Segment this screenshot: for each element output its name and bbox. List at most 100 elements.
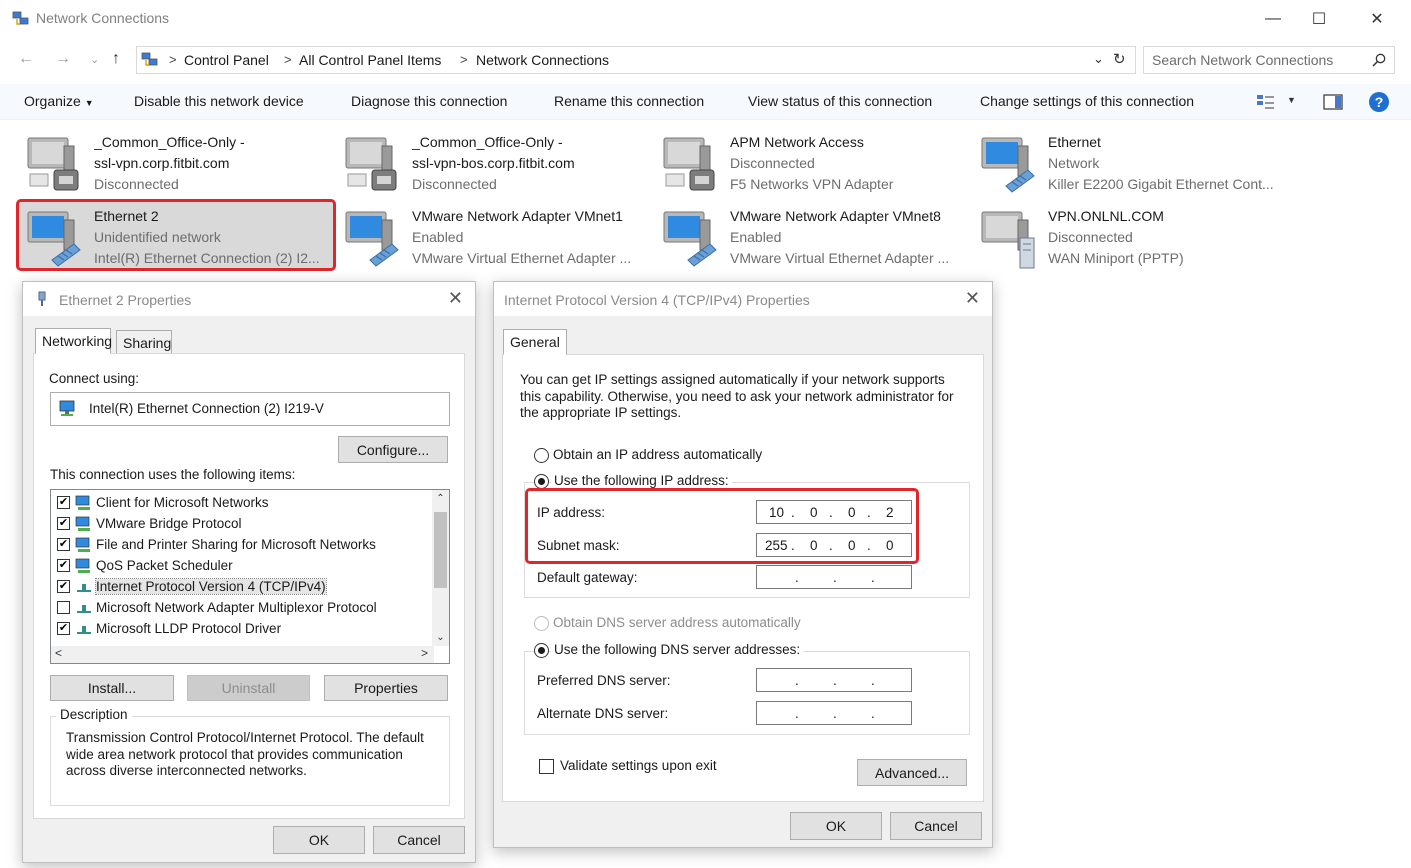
list-item[interactable]: ✔ Internet Protocol Version 4 (TCP/IPv4) <box>57 576 327 597</box>
preferred-dns-input[interactable]: . . . <box>756 668 912 692</box>
adapter-ethernet[interactable]: Ethernet Network Killer E2200 Gigabit Et… <box>974 132 1288 200</box>
item-checkbox[interactable]: ✔ <box>57 622 70 635</box>
ok-button[interactable]: OK <box>273 826 365 854</box>
list-item[interactable]: ✔ QoS Packet Scheduler <box>57 555 233 576</box>
refresh-icon[interactable]: ↻ <box>1113 50 1126 68</box>
diagnose-button[interactable]: Diagnose this connection <box>351 93 507 109</box>
organize-menu[interactable]: Organize ▼ <box>24 93 94 109</box>
advanced-button[interactable]: Advanced... <box>857 759 967 786</box>
help-icon[interactable]: ? <box>1368 91 1390 113</box>
horizontal-scrollbar[interactable]: < > <box>51 646 434 663</box>
dot: . <box>795 673 799 688</box>
close-button[interactable]: ✕ <box>1354 0 1400 38</box>
qos-icon <box>75 558 90 573</box>
ok-button[interactable]: OK <box>790 812 882 840</box>
scroll-right-icon[interactable]: > <box>421 646 428 660</box>
search-icon[interactable] <box>1372 53 1386 67</box>
adapter-apm-network-access[interactable]: APM Network Access Disconnected F5 Netwo… <box>656 132 970 200</box>
view-options-icon[interactable] <box>1256 94 1276 110</box>
item-checkbox[interactable]: ✔ <box>57 538 70 551</box>
search-box[interactable] <box>1143 46 1395 74</box>
protocol-icon <box>77 625 91 634</box>
item-checkbox[interactable]: ✔ <box>57 517 70 530</box>
rename-button[interactable]: Rename this connection <box>554 93 704 109</box>
adapter-device: WAN Miniport (PPTP) <box>1048 250 1184 266</box>
default-gateway-input[interactable]: . . . <box>756 565 912 589</box>
back-icon[interactable]: ← <box>18 50 34 68</box>
list-item[interactable]: ✔ VMware Bridge Protocol <box>57 513 242 534</box>
ipv4-properties-dialog: Internet Protocol Version 4 (TCP/IPv4) P… <box>493 281 993 848</box>
change-settings-button[interactable]: Change settings of this connection <box>980 93 1194 109</box>
alternate-dns-input[interactable]: . . . <box>756 701 912 725</box>
protocol-list[interactable]: ✔ Client for Microsoft Networks ✔ VMware… <box>50 489 450 664</box>
breadcrumb-control-panel[interactable]: Control Panel <box>184 52 269 68</box>
configure-button[interactable]: Configure... <box>338 436 448 463</box>
use-ip-label: Use the following IP address: <box>551 473 732 488</box>
scroll-thumb[interactable] <box>434 512 447 588</box>
items-label: This connection uses the following items… <box>50 467 296 482</box>
list-item[interactable]: ✔ Microsoft LLDP Protocol Driver <box>57 618 281 639</box>
address-dropdown-icon[interactable]: ⌄ <box>1093 51 1104 67</box>
obtain-ip-radio[interactable] <box>534 448 549 463</box>
adapter-ethernet-2[interactable]: Ethernet 2 Unidentified network Intel(R)… <box>20 206 334 274</box>
disable-device-button[interactable]: Disable this network device <box>134 93 304 109</box>
dot: . <box>871 706 875 721</box>
maximize-button[interactable]: ☐ <box>1296 0 1342 38</box>
tab-sharing[interactable]: Sharing <box>116 330 172 354</box>
description-label: Description <box>56 707 132 722</box>
alternate-dns-label: Alternate DNS server: <box>537 706 669 721</box>
preview-pane-icon[interactable] <box>1323 94 1343 110</box>
search-input[interactable] <box>1152 51 1362 69</box>
address-bar[interactable]: > Control Panel > All Control Panel Item… <box>136 46 1136 74</box>
dialog-title: Internet Protocol Version 4 (TCP/IPv4) P… <box>504 292 810 308</box>
vertical-scrollbar[interactable]: ⌃ ⌄ <box>432 490 449 646</box>
use-dns-radio[interactable] <box>534 643 549 658</box>
breadcrumb-network-connections[interactable]: Network Connections <box>476 52 609 68</box>
cancel-button[interactable]: Cancel <box>890 812 982 840</box>
adapter-network: Network <box>1048 155 1100 171</box>
view-dropdown-icon[interactable]: ▼ <box>1287 95 1296 105</box>
scroll-left-icon[interactable]: < <box>55 646 62 660</box>
up-icon[interactable]: ↑ <box>112 50 120 68</box>
list-item[interactable]: ✔ File and Printer Sharing for Microsoft… <box>57 534 376 555</box>
breadcrumb-all-items[interactable]: All Control Panel Items <box>299 52 441 68</box>
use-dns-label: Use the following DNS server addresses: <box>551 642 804 657</box>
connect-using-label: Connect using: <box>49 371 140 386</box>
use-ip-radio[interactable] <box>534 474 549 489</box>
network-adapter-icon <box>59 400 75 416</box>
view-status-button[interactable]: View status of this connection <box>748 93 932 109</box>
protocol-icon <box>75 516 90 531</box>
item-checkbox[interactable]: ✔ <box>57 496 70 509</box>
adapter-device: Intel(R) Ethernet Connection (2) I2... <box>94 250 320 266</box>
adapter-name: VMware Network Adapter VMnet1 <box>412 208 623 224</box>
properties-button[interactable]: Properties <box>324 675 448 701</box>
item-label: Microsoft Network Adapter Multiplexor Pr… <box>96 600 377 615</box>
validate-checkbox[interactable] <box>539 759 554 774</box>
adapter-vmnet8[interactable]: VMware Network Adapter VMnet8 Enabled VM… <box>656 206 970 274</box>
intro-text: You can get IP settings assigned automat… <box>520 372 954 420</box>
dialog-close-icon[interactable]: ✕ <box>448 288 463 309</box>
item-label: QoS Packet Scheduler <box>96 558 233 573</box>
adapter-device: F5 Networks VPN Adapter <box>730 176 894 192</box>
scroll-up-icon[interactable]: ⌃ <box>432 490 449 507</box>
forward-icon[interactable]: → <box>55 50 71 68</box>
minimize-button[interactable]: — <box>1250 0 1296 38</box>
adapter-common-office-ssl-vpn-bos[interactable]: _Common_Office-Only - ssl-vpn-bos.corp.f… <box>338 132 652 200</box>
item-checkbox[interactable]: ✔ <box>57 559 70 572</box>
recent-locations-icon[interactable]: ⌄ <box>90 53 99 66</box>
list-item[interactable]: Microsoft Network Adapter Multiplexor Pr… <box>57 597 377 618</box>
obtain-dns-radio <box>534 616 549 631</box>
adapter-vmnet1[interactable]: VMware Network Adapter VMnet1 Enabled VM… <box>338 206 652 274</box>
scroll-down-icon[interactable]: ⌄ <box>432 629 449 646</box>
adapter-name: Ethernet <box>1048 134 1101 150</box>
tab-networking[interactable]: Networking <box>35 328 112 354</box>
item-checkbox[interactable] <box>57 601 70 614</box>
list-item[interactable]: ✔ Client for Microsoft Networks <box>57 492 269 513</box>
install-button[interactable]: Install... <box>50 675 174 701</box>
item-checkbox[interactable]: ✔ <box>57 580 70 593</box>
cancel-button[interactable]: Cancel <box>373 826 465 854</box>
tab-general[interactable]: General <box>503 329 567 355</box>
adapter-common-office-ssl-vpn[interactable]: _Common_Office-Only - ssl-vpn.corp.fitbi… <box>20 132 334 200</box>
adapter-vpn-onlnl[interactable]: VPN.ONLNL.COM Disconnected WAN Miniport … <box>974 206 1288 274</box>
dialog-close-icon[interactable]: ✕ <box>965 288 980 309</box>
